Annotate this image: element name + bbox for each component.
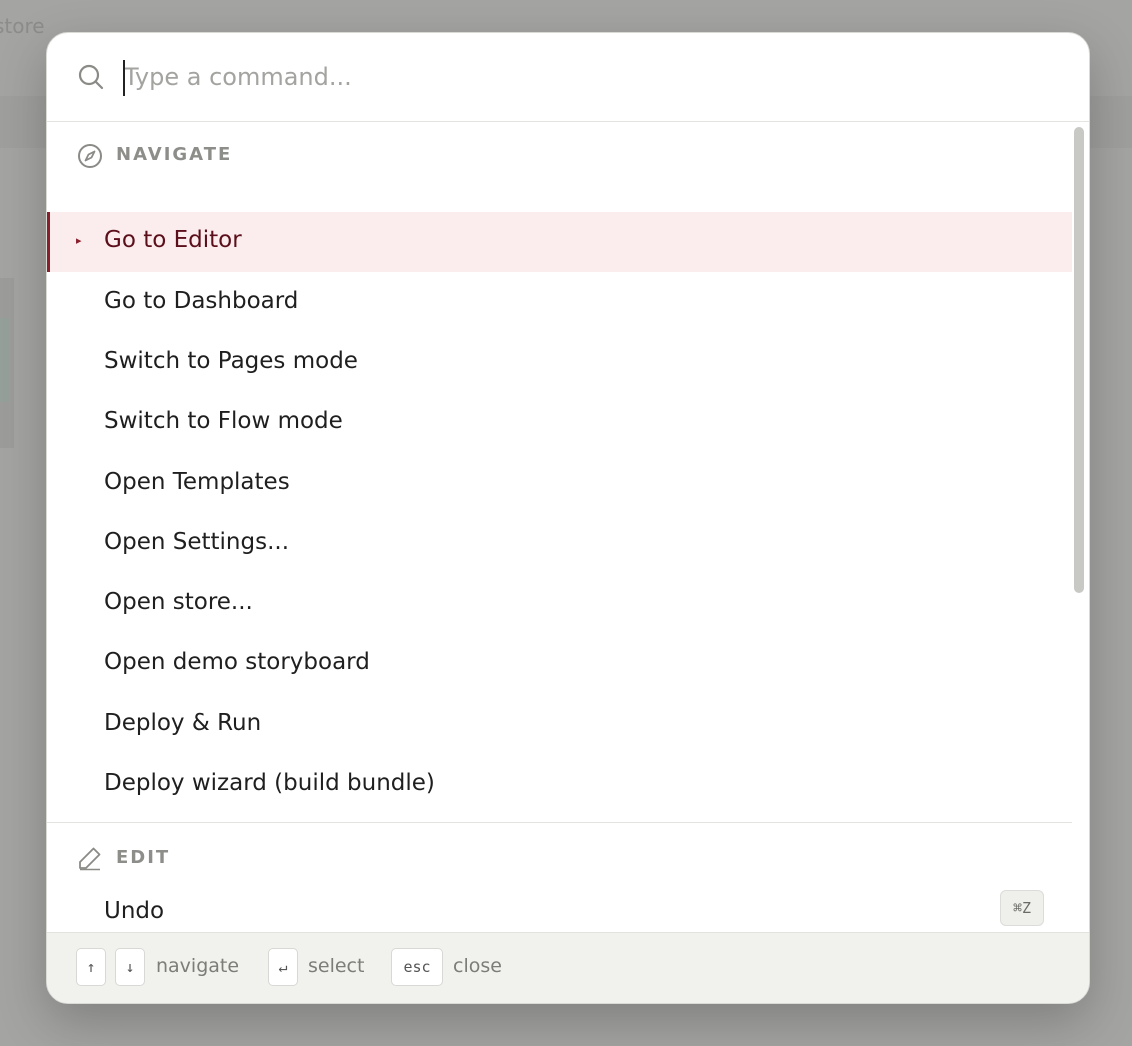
esc-key: esc [391,948,443,986]
arrow-up-key: ↑ [76,948,106,986]
command-item-undo[interactable]: Undo ⌘Z [47,883,1072,934]
select-hint: select [308,955,365,977]
section-title-navigate: NAVIGATE [116,144,233,165]
command-label: Deploy & Run [104,710,262,736]
section-header-navigate: NAVIGATE [47,135,1072,175]
section-divider [47,822,1072,823]
command-item-open-templates[interactable]: Open Templates [47,454,1072,514]
scrollbar[interactable] [1074,125,1086,933]
section-header-edit: EDIT [47,838,1072,878]
keyboard-hints-footer: ↑ ↓ navigate ↵ select esc close [47,932,1089,1003]
navigate-hint: navigate [156,955,240,977]
command-label: Switch to Pages mode [104,348,358,374]
shortcut-badge: ⌘Z [1000,890,1044,926]
command-label: Open Templates [104,469,290,495]
scrollbar-thumb[interactable] [1074,127,1084,593]
command-item-go-to-editor[interactable]: ▸ Go to Editor [47,212,1072,272]
close-hint: close [453,955,502,977]
command-search-input[interactable] [124,55,1024,99]
command-label: Open store... [104,589,253,615]
arrow-down-key: ↓ [115,948,145,986]
command-label: Deploy wizard (build bundle) [104,770,435,796]
command-item-switch-to-pages-mode[interactable]: Switch to Pages mode [47,333,1072,393]
command-label: Go to Dashboard [104,288,299,314]
enter-key: ↵ [268,948,298,986]
command-label: Switch to Flow mode [104,408,343,434]
command-item-open-settings[interactable]: Open Settings... [47,514,1072,574]
command-item-go-to-dashboard[interactable]: Go to Dashboard [47,273,1072,333]
command-item-switch-to-flow-mode[interactable]: Switch to Flow mode [47,393,1072,453]
command-palette: NAVIGATE ▸ Go to Editor Go to Dashboard … [46,32,1090,1004]
command-label: Open demo storyboard [104,649,370,675]
compass-icon [78,144,102,168]
command-item-deploy-and-run[interactable]: Deploy & Run [47,695,1072,755]
selected-marker-icon: ▸ [76,234,82,247]
command-list: NAVIGATE ▸ Go to Editor Go to Dashboard … [47,122,1072,934]
pencil-icon [79,847,101,871]
command-label: Undo [104,898,165,924]
background-text: store [0,14,45,38]
background-panel-accent [0,318,10,402]
search-icon [78,64,104,90]
text-caret [123,60,125,96]
search-bar [47,33,1089,122]
section-title-edit: EDIT [116,847,171,868]
command-item-open-store[interactable]: Open store... [47,574,1072,634]
command-item-open-demo-storyboard[interactable]: Open demo storyboard [47,634,1072,694]
command-label: Go to Editor [104,227,242,253]
command-label: Open Settings... [104,529,290,555]
command-item-deploy-wizard[interactable]: Deploy wizard (build bundle) [47,755,1072,815]
